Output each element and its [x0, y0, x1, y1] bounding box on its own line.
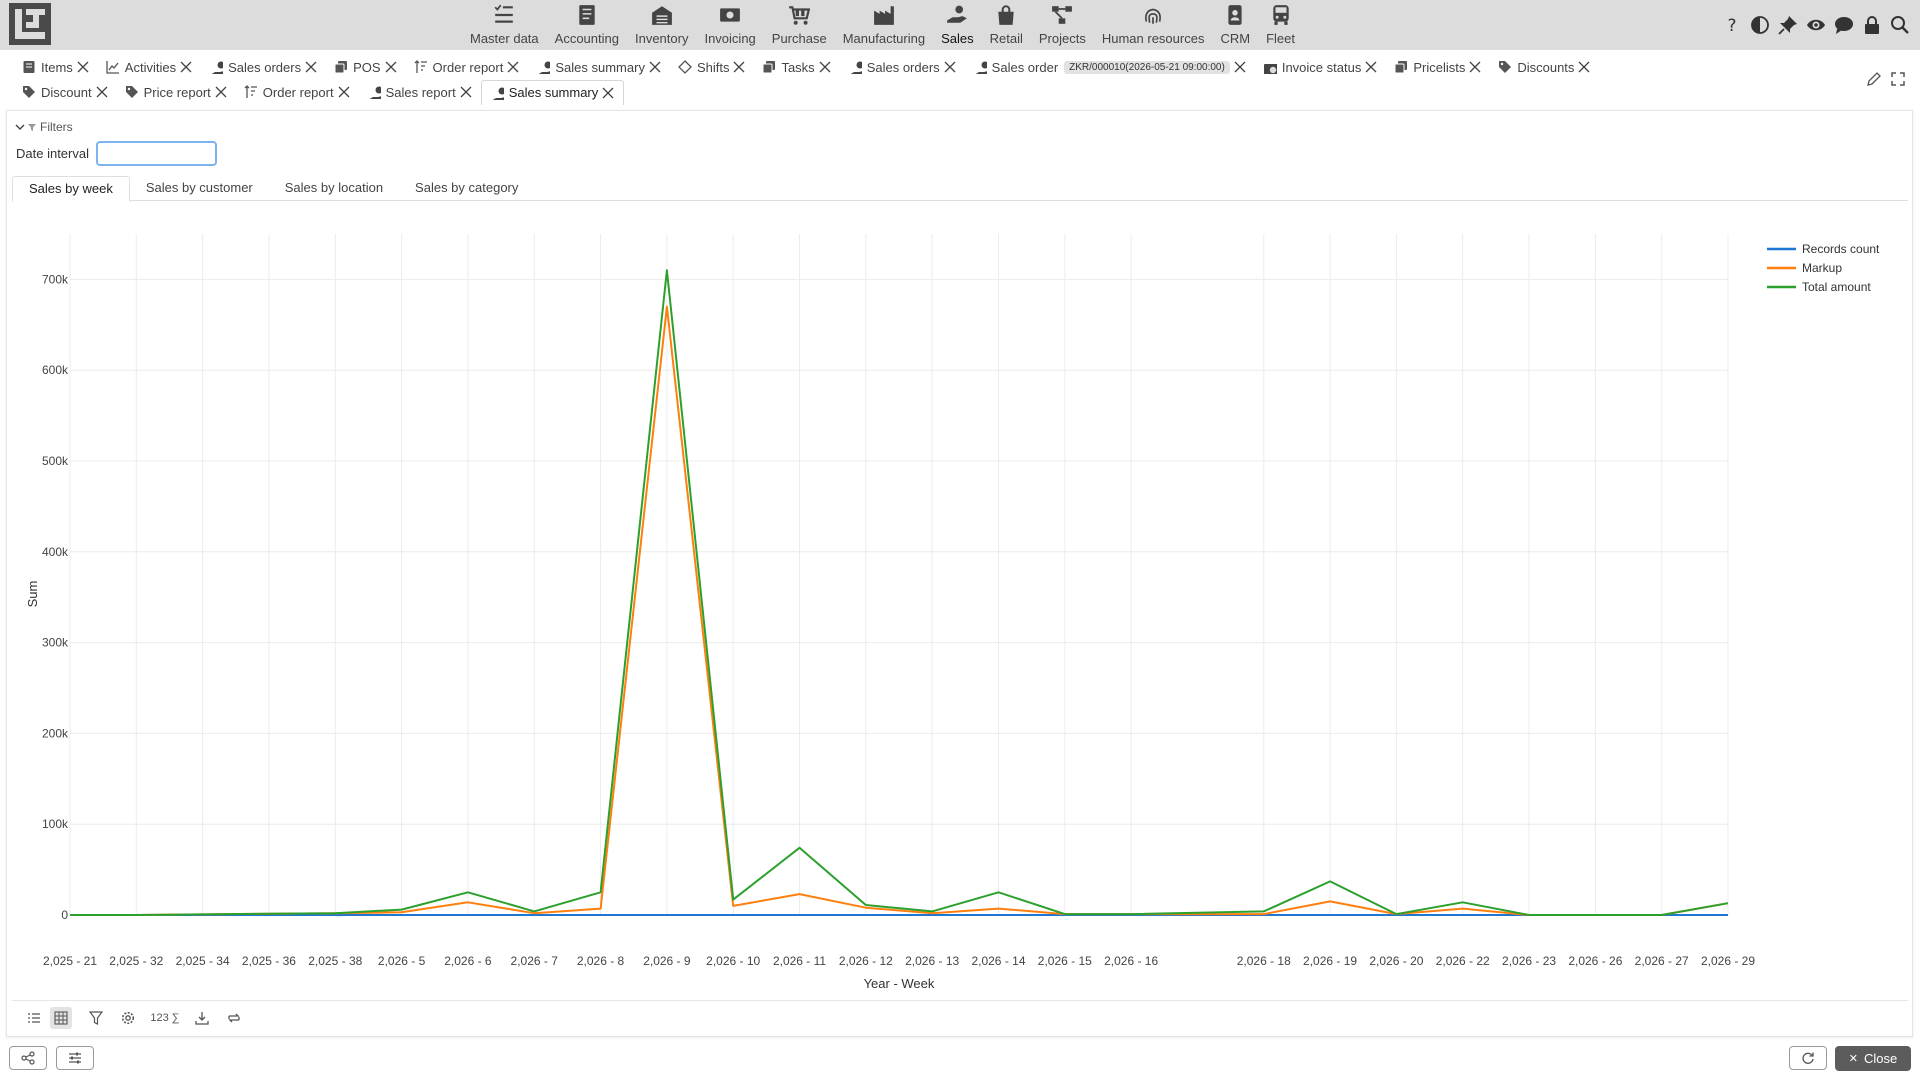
x-tick-label: 2,026 - 16 — [1104, 954, 1158, 968]
sales-by-week-chart: 2,025 - 21 2,025 - 32 2,025 - 34 2,025 - 36… — [25, 234, 1880, 991]
x-tick-label: 2,026 - 29 — [1701, 954, 1755, 968]
close-button[interactable]: ✕ Close — [1835, 1046, 1911, 1071]
x-tick-label: 2,026 - 6 — [444, 954, 492, 968]
x-tick-label: 2,026 - 5 — [378, 954, 426, 968]
x-tick-label: 2,025 - 36 — [242, 954, 296, 968]
y-tick-label: 700k — [42, 272, 69, 286]
y-axis-title: Sum — [25, 581, 40, 608]
x-tick-label: 2,026 - 19 — [1303, 954, 1357, 968]
x-tick-label: 2,026 - 15 — [1038, 954, 1092, 968]
y-tick-label: 0 — [61, 908, 68, 922]
x-tick-label: 2,026 - 26 — [1568, 954, 1622, 968]
refresh-button[interactable] — [1789, 1046, 1827, 1070]
y-tick-label: 400k — [42, 545, 69, 559]
x-tick-label: 2,026 - 12 — [839, 954, 893, 968]
legend-label: Total amount — [1802, 280, 1871, 294]
refresh-cycle-icon[interactable] — [218, 1007, 250, 1029]
y-tick-label: 500k — [42, 454, 69, 468]
x-tick-label: 2,026 - 7 — [511, 954, 559, 968]
y-tick-label: 300k — [42, 636, 69, 650]
x-tick-label: 2,025 - 38 — [308, 954, 362, 968]
x-tick-label: 2,026 - 23 — [1502, 954, 1556, 968]
series-line-total-amount — [70, 269, 1729, 916]
close-icon: ✕ — [1848, 1053, 1858, 1065]
chart-toolbar: 123 ∑ — [18, 1007, 250, 1029]
x-tick-label: 2,026 - 10 — [706, 954, 760, 968]
refresh-icon — [1802, 1052, 1814, 1064]
x-tick-label: 2,026 - 11 — [773, 954, 826, 968]
x-tick-label: 2,025 - 32 — [109, 954, 163, 968]
divider — [12, 1000, 1908, 1001]
filter-icon[interactable] — [80, 1007, 112, 1029]
number-format-icon[interactable]: 123 ∑ — [144, 1007, 186, 1029]
settings-sliders-button[interactable] — [56, 1046, 94, 1070]
x-tick-label: 2,026 - 8 — [577, 954, 625, 968]
settings-icon[interactable] — [112, 1007, 144, 1029]
pivot-grid-icon[interactable] — [50, 1007, 72, 1029]
list-view-icon[interactable] — [18, 1007, 50, 1029]
y-tick-label: 600k — [42, 363, 69, 377]
x-tick-label: 2,025 - 21 — [43, 954, 97, 968]
x-tick-label: 2,025 - 34 — [176, 954, 230, 968]
legend-label: Records count — [1802, 242, 1880, 256]
share-button[interactable] — [9, 1046, 47, 1070]
x-tick-label: 2,026 - 13 — [905, 954, 959, 968]
share-icon — [21, 1051, 35, 1065]
x-tick-label: 2,026 - 18 — [1237, 954, 1291, 968]
y-tick-label: 100k — [42, 817, 69, 831]
y-tick-label: 200k — [42, 726, 69, 740]
x-tick-label: 2,026 - 22 — [1436, 954, 1490, 968]
x-axis-title: Year - Week — [864, 976, 935, 991]
x-tick-label: 2,026 - 9 — [643, 954, 691, 968]
sliders-icon — [69, 1052, 81, 1064]
x-tick-label: 2,026 - 27 — [1635, 954, 1689, 968]
x-tick-label: 2,026 - 20 — [1369, 954, 1423, 968]
x-tick-label: 2,026 - 14 — [971, 954, 1025, 968]
close-button-label: Close — [1863, 1051, 1898, 1066]
legend-label: Markup — [1802, 261, 1842, 275]
download-icon[interactable] — [186, 1007, 218, 1029]
